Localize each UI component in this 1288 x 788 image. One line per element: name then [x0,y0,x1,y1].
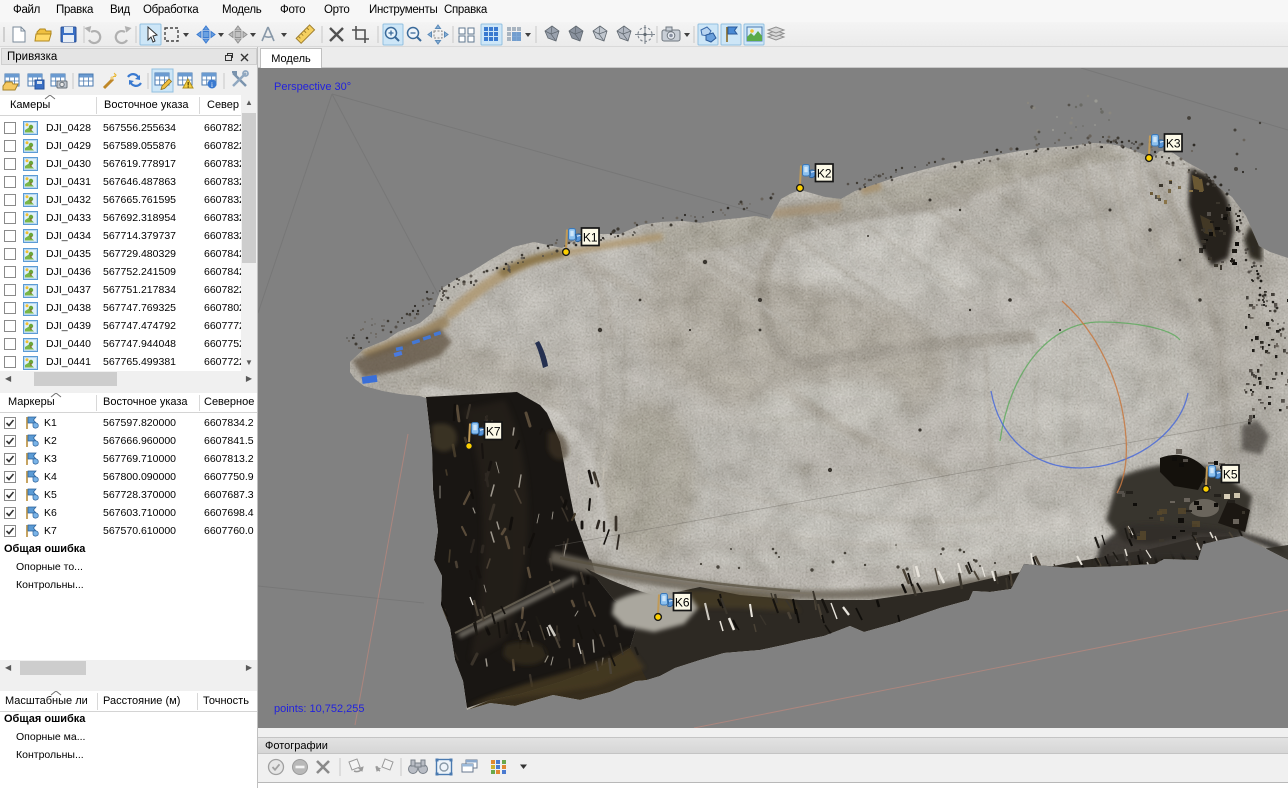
svg-text:K3: K3 [1166,136,1181,150]
svg-text:Perspective 30°: Perspective 30° [274,81,351,93]
svg-text:K6: K6 [675,595,690,609]
svg-text:K7: K7 [486,424,501,438]
svg-text:K2: K2 [817,166,832,180]
svg-text:points: 10,752,255: points: 10,752,255 [274,703,365,715]
svg-text:K5: K5 [1223,467,1238,481]
svg-text:K1: K1 [583,230,598,244]
svg-text:i: i [211,81,213,89]
